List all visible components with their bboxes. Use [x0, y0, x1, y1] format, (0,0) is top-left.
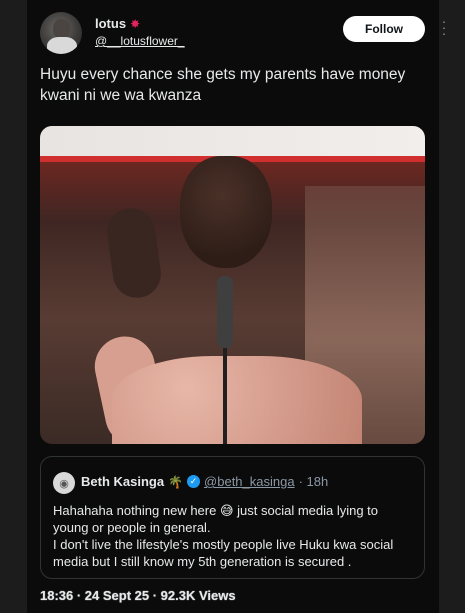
quote-author-name[interactable]: Beth Kasinga	[81, 474, 164, 489]
quoted-tweet[interactable]: ◉ Beth Kasinga 🌴 ✓ @beth_kasinga · 18h H…	[40, 456, 425, 579]
quote-timestamp[interactable]: · 18h	[299, 474, 329, 489]
author-handle[interactable]: @__lotusflower_	[95, 34, 185, 48]
follow-button[interactable]: Follow	[343, 16, 425, 42]
right-margin	[439, 0, 465, 613]
quote-author-handle[interactable]: @beth_kasinga	[204, 474, 295, 489]
quote-body: Hahahaha nothing new here 😅 just social …	[53, 502, 413, 570]
author-name-row[interactable]: lotus ✸	[95, 16, 140, 31]
tweet-text: Huyu every chance she gets my parents ha…	[40, 66, 406, 104]
quote-line: Hahahaha nothing new here 😅 just social …	[53, 503, 379, 518]
tweet-meta-timestamp-views[interactable]: 18:36 · 24 Sept 25 · 92.3K Views	[40, 588, 236, 603]
quote-line: media but I still know my 5th generation…	[53, 554, 352, 569]
tweet-header: lotus ✸ @__lotusflower_ Follow · · ·	[40, 12, 446, 56]
author-display-name[interactable]: lotus	[95, 16, 126, 31]
avatar[interactable]	[40, 12, 82, 54]
tweet-media-image[interactable]	[40, 126, 425, 444]
quote-line: young or people in general.	[53, 520, 211, 535]
palm-tree-icon: 🌴	[168, 474, 184, 489]
quote-header: Beth Kasinga 🌴 ✓ @beth_kasinga · 18h	[81, 474, 328, 489]
quote-line: I don't live the lifestyle's mostly peop…	[53, 537, 394, 552]
left-margin	[0, 0, 27, 613]
verified-badge-icon: ✓	[187, 475, 201, 488]
more-options-icon[interactable]: · · ·	[439, 14, 449, 40]
quote-avatar[interactable]: ◉	[53, 472, 75, 494]
flower-icon: ✸	[130, 16, 141, 31]
microphone	[217, 276, 233, 348]
